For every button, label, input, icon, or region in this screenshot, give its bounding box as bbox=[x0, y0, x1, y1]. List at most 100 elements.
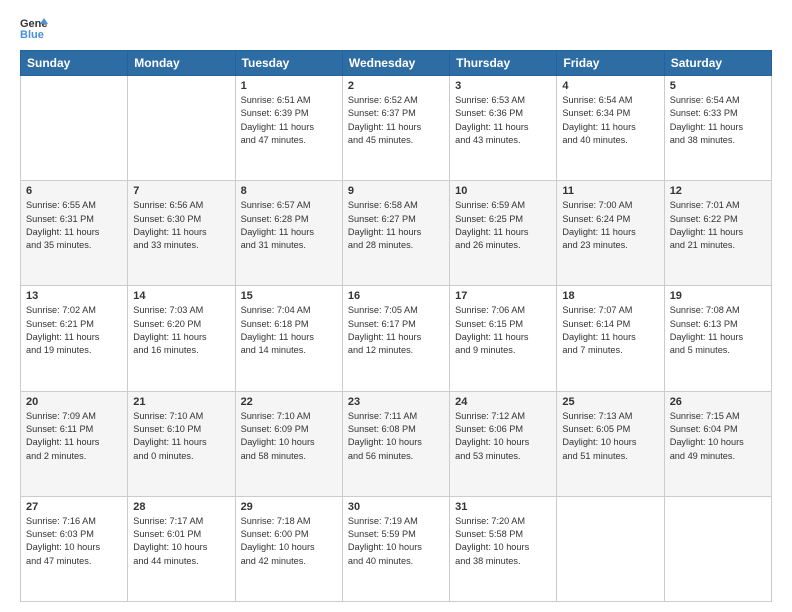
calendar-table: SundayMondayTuesdayWednesdayThursdayFrid… bbox=[20, 50, 772, 602]
calendar-week-row: 13 Sunrise: 7:02 AM Sunset: 6:21 PM Dayli… bbox=[21, 286, 772, 391]
day-number: 12 bbox=[670, 185, 766, 197]
calendar-cell bbox=[21, 76, 128, 181]
calendar-cell bbox=[557, 496, 664, 601]
day-number: 14 bbox=[133, 290, 229, 302]
calendar-cell: 23Sunrise: 7:11 AM Sunset: 6:08 PM Dayli… bbox=[342, 391, 449, 496]
calendar-cell: 8 Sunrise: 6:57 AM Sunset: 6:28 PM Daylig… bbox=[235, 181, 342, 286]
day-number: 29 bbox=[241, 501, 337, 513]
calendar-cell: 21 Sunrise: 7:10 AM Sunset: 6:10 PM Dayli… bbox=[128, 391, 235, 496]
day-info: Sunrise: 6:54 AM Sunset: 6:33 PM Dayligh… bbox=[670, 94, 766, 147]
day-number: 31 bbox=[455, 501, 551, 513]
calendar-cell: 15 Sunrise: 7:04 AM Sunset: 6:18 PM Dayli… bbox=[235, 286, 342, 391]
day-info: Sunrise: 7:09 AM Sunset: 6:11 PM Dayligh… bbox=[26, 410, 122, 463]
calendar-cell: 31 Sunrise: 7:20 AM Sunset: 5:58 PM Dayli… bbox=[450, 496, 557, 601]
day-number: 6 bbox=[26, 185, 122, 197]
day-number: 24 bbox=[455, 396, 551, 408]
calendar-cell: 13 Sunrise: 7:02 AM Sunset: 6:21 PM Dayli… bbox=[21, 286, 128, 391]
calendar-week-row: 27 Sunrise: 7:16 AM Sunset: 6:03 PM Dayli… bbox=[21, 496, 772, 601]
weekday-header: Saturday bbox=[664, 51, 771, 76]
svg-text:Blue: Blue bbox=[20, 29, 44, 40]
calendar-cell: 16 Sunrise: 7:05 AM Sunset: 6:17 PM Dayli… bbox=[342, 286, 449, 391]
logo: General Blue bbox=[20, 16, 48, 40]
day-number: 20 bbox=[26, 396, 122, 408]
calendar-cell: 25Sunrise: 7:13 AM Sunset: 6:05 PM Dayli… bbox=[557, 391, 664, 496]
day-number: 21 bbox=[133, 396, 229, 408]
calendar-header-row: SundayMondayTuesdayWednesdayThursdayFrid… bbox=[21, 51, 772, 76]
calendar-cell: 4Sunrise: 6:54 AM Sunset: 6:34 PM Daylig… bbox=[557, 76, 664, 181]
weekday-header: Friday bbox=[557, 51, 664, 76]
day-number: 10 bbox=[455, 185, 551, 197]
day-number: 19 bbox=[670, 290, 766, 302]
day-info: Sunrise: 6:57 AM Sunset: 6:28 PM Dayligh… bbox=[241, 199, 337, 252]
day-number: 13 bbox=[26, 290, 122, 302]
day-number: 18 bbox=[562, 290, 658, 302]
calendar-cell: 27 Sunrise: 7:16 AM Sunset: 6:03 PM Dayli… bbox=[21, 496, 128, 601]
day-number: 17 bbox=[455, 290, 551, 302]
day-info: Sunrise: 7:08 AM Sunset: 6:13 PM Dayligh… bbox=[670, 304, 766, 357]
calendar-week-row: 1Sunrise: 6:51 AM Sunset: 6:39 PM Daylig… bbox=[21, 76, 772, 181]
day-number: 22 bbox=[241, 396, 337, 408]
day-number: 16 bbox=[348, 290, 444, 302]
day-info: Sunrise: 7:16 AM Sunset: 6:03 PM Dayligh… bbox=[26, 515, 122, 568]
calendar-cell: 14 Sunrise: 7:03 AM Sunset: 6:20 PM Dayli… bbox=[128, 286, 235, 391]
day-info: Sunrise: 7:10 AM Sunset: 6:10 PM Dayligh… bbox=[133, 410, 229, 463]
calendar-cell: 5Sunrise: 6:54 AM Sunset: 6:33 PM Daylig… bbox=[664, 76, 771, 181]
calendar-cell: 26 Sunrise: 7:15 AM Sunset: 6:04 PM Dayli… bbox=[664, 391, 771, 496]
day-info: Sunrise: 7:11 AM Sunset: 6:08 PM Dayligh… bbox=[348, 410, 444, 463]
day-info: Sunrise: 7:05 AM Sunset: 6:17 PM Dayligh… bbox=[348, 304, 444, 357]
day-number: 27 bbox=[26, 501, 122, 513]
calendar-cell: 1Sunrise: 6:51 AM Sunset: 6:39 PM Daylig… bbox=[235, 76, 342, 181]
day-info: Sunrise: 6:59 AM Sunset: 6:25 PM Dayligh… bbox=[455, 199, 551, 252]
day-info: Sunrise: 7:03 AM Sunset: 6:20 PM Dayligh… bbox=[133, 304, 229, 357]
calendar-cell bbox=[128, 76, 235, 181]
calendar-week-row: 6 Sunrise: 6:55 AM Sunset: 6:31 PM Daylig… bbox=[21, 181, 772, 286]
weekday-header: Tuesday bbox=[235, 51, 342, 76]
day-info: Sunrise: 7:13 AM Sunset: 6:05 PM Dayligh… bbox=[562, 410, 658, 463]
calendar-cell: 11Sunrise: 7:00 AM Sunset: 6:24 PM Dayli… bbox=[557, 181, 664, 286]
weekday-header: Thursday bbox=[450, 51, 557, 76]
day-info: Sunrise: 7:17 AM Sunset: 6:01 PM Dayligh… bbox=[133, 515, 229, 568]
page: General Blue SundayMondayTuesdayWednesda… bbox=[0, 0, 792, 612]
day-info: Sunrise: 7:06 AM Sunset: 6:15 PM Dayligh… bbox=[455, 304, 551, 357]
calendar-cell: 7 Sunrise: 6:56 AM Sunset: 6:30 PM Daylig… bbox=[128, 181, 235, 286]
calendar-cell: 20 Sunrise: 7:09 AM Sunset: 6:11 PM Dayli… bbox=[21, 391, 128, 496]
day-number: 7 bbox=[133, 185, 229, 197]
day-number: 8 bbox=[241, 185, 337, 197]
day-number: 2 bbox=[348, 80, 444, 92]
day-number: 4 bbox=[562, 80, 658, 92]
calendar-cell: 22 Sunrise: 7:10 AM Sunset: 6:09 PM Dayli… bbox=[235, 391, 342, 496]
day-info: Sunrise: 7:04 AM Sunset: 6:18 PM Dayligh… bbox=[241, 304, 337, 357]
day-number: 9 bbox=[348, 185, 444, 197]
day-info: Sunrise: 7:15 AM Sunset: 6:04 PM Dayligh… bbox=[670, 410, 766, 463]
weekday-header: Monday bbox=[128, 51, 235, 76]
day-info: Sunrise: 7:19 AM Sunset: 5:59 PM Dayligh… bbox=[348, 515, 444, 568]
day-info: Sunrise: 7:20 AM Sunset: 5:58 PM Dayligh… bbox=[455, 515, 551, 568]
calendar-cell: 3Sunrise: 6:53 AM Sunset: 6:36 PM Daylig… bbox=[450, 76, 557, 181]
day-number: 26 bbox=[670, 396, 766, 408]
calendar-cell: 28Sunrise: 7:17 AM Sunset: 6:01 PM Dayli… bbox=[128, 496, 235, 601]
day-info: Sunrise: 7:07 AM Sunset: 6:14 PM Dayligh… bbox=[562, 304, 658, 357]
calendar-cell: 12Sunrise: 7:01 AM Sunset: 6:22 PM Dayli… bbox=[664, 181, 771, 286]
calendar-cell: 9Sunrise: 6:58 AM Sunset: 6:27 PM Daylig… bbox=[342, 181, 449, 286]
weekday-header: Sunday bbox=[21, 51, 128, 76]
calendar-cell: 10 Sunrise: 6:59 AM Sunset: 6:25 PM Dayli… bbox=[450, 181, 557, 286]
logo-icon: General Blue bbox=[20, 16, 48, 40]
calendar-cell: 2 Sunrise: 6:52 AM Sunset: 6:37 PM Daylig… bbox=[342, 76, 449, 181]
calendar-cell: 6 Sunrise: 6:55 AM Sunset: 6:31 PM Daylig… bbox=[21, 181, 128, 286]
day-info: Sunrise: 6:55 AM Sunset: 6:31 PM Dayligh… bbox=[26, 199, 122, 252]
day-number: 3 bbox=[455, 80, 551, 92]
day-info: Sunrise: 7:10 AM Sunset: 6:09 PM Dayligh… bbox=[241, 410, 337, 463]
day-info: Sunrise: 6:52 AM Sunset: 6:37 PM Dayligh… bbox=[348, 94, 444, 147]
calendar-cell: 18 Sunrise: 7:07 AM Sunset: 6:14 PM Dayli… bbox=[557, 286, 664, 391]
day-info: Sunrise: 7:12 AM Sunset: 6:06 PM Dayligh… bbox=[455, 410, 551, 463]
calendar-cell: 24 Sunrise: 7:12 AM Sunset: 6:06 PM Dayli… bbox=[450, 391, 557, 496]
calendar-cell: 19 Sunrise: 7:08 AM Sunset: 6:13 PM Dayli… bbox=[664, 286, 771, 391]
calendar-cell: 30Sunrise: 7:19 AM Sunset: 5:59 PM Dayli… bbox=[342, 496, 449, 601]
day-number: 1 bbox=[241, 80, 337, 92]
weekday-header: Wednesday bbox=[342, 51, 449, 76]
day-info: Sunrise: 7:02 AM Sunset: 6:21 PM Dayligh… bbox=[26, 304, 122, 357]
day-info: Sunrise: 7:00 AM Sunset: 6:24 PM Dayligh… bbox=[562, 199, 658, 252]
day-number: 15 bbox=[241, 290, 337, 302]
day-info: Sunrise: 6:56 AM Sunset: 6:30 PM Dayligh… bbox=[133, 199, 229, 252]
calendar-cell bbox=[664, 496, 771, 601]
